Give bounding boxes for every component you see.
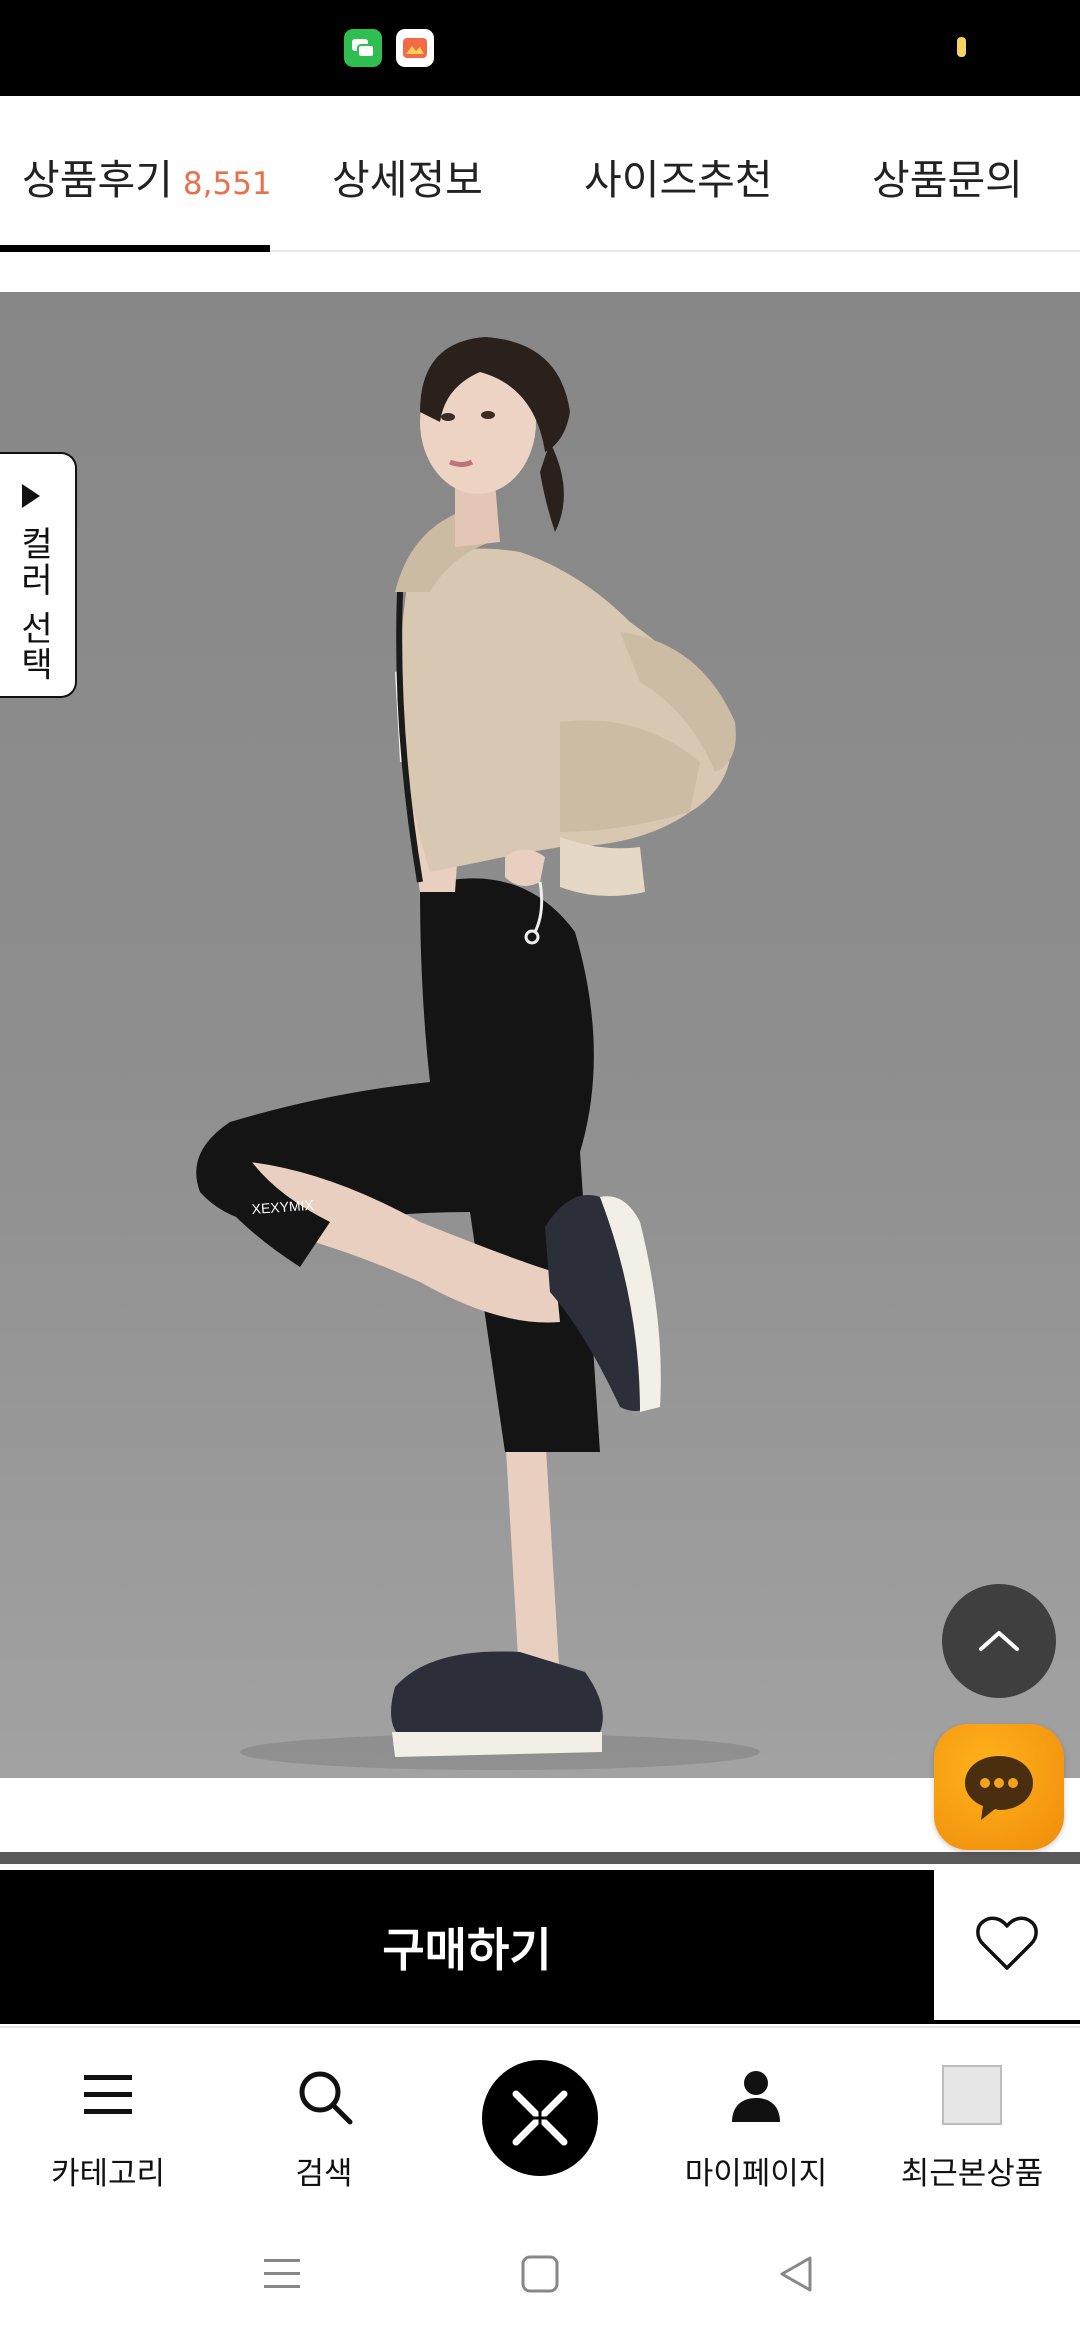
section-divider [0, 1852, 1080, 1864]
nav-category[interactable]: 카테고리 [0, 2028, 216, 2208]
search-icon [299, 2071, 353, 2125]
home-icon[interactable] [520, 2254, 560, 2294]
purchase-bar: 구매하기 [0, 1870, 1080, 2024]
menu-icon [84, 2075, 132, 2114]
person-icon [732, 2071, 780, 2122]
model-illustration: XEXYMIX [196, 337, 760, 1770]
nav-category-label: 카테고리 [50, 2156, 166, 2192]
tab-reviews[interactable]: 상품후기 8,551 [22, 146, 272, 206]
nav-search[interactable]: 검색 [216, 2028, 432, 2208]
active-tab-indicator [0, 245, 270, 252]
review-count: 8,551 [182, 166, 272, 202]
brand-logo-icon [512, 2090, 568, 2146]
color-select-tab[interactable]: 컬러 선택 [0, 452, 77, 698]
wishlist-button[interactable] [934, 1870, 1080, 2020]
product-tab-bar: 상품후기 8,551 상세정보 사이즈추천 상품문의 [0, 96, 1080, 252]
brand-logo-button [482, 2060, 598, 2176]
chat-button[interactable] [934, 1724, 1064, 1850]
tab-product-inquiry[interactable]: 상품문의 [872, 146, 1023, 206]
bottom-navigation: 카테고리 검색 마이페이지 최근본상품 [0, 2026, 1080, 2206]
back-icon[interactable] [776, 2254, 816, 2294]
nav-recent-products-label: 최근본상품 [900, 2156, 1044, 2192]
recent-product-thumbnail [942, 2065, 1002, 2125]
chevron-up-icon [979, 1631, 1019, 1651]
battery-indicator-icon [957, 37, 966, 57]
nav-search-label: 검색 [295, 2156, 353, 2192]
tab-size-recommendation[interactable]: 사이즈추천 [584, 146, 773, 206]
status-bar [0, 0, 1080, 96]
product-image: XEXYMIX [0, 292, 1080, 1778]
buy-button[interactable]: 구매하기 [0, 1870, 934, 2024]
tab-details[interactable]: 상세정보 [332, 146, 483, 206]
scroll-top-button[interactable] [942, 1584, 1056, 1698]
color-select-label: 컬러 선택 [13, 526, 54, 683]
messages-app-icon [344, 29, 382, 67]
chat-bubble-icon [965, 1756, 1033, 1820]
heart-outline-icon [976, 1916, 1038, 1970]
nav-my-page[interactable]: 마이페이지 [648, 2028, 864, 2208]
photo-app-icon [396, 29, 434, 67]
play-triangle-icon [22, 484, 40, 508]
tab-reviews-label: 상품후기 [22, 156, 173, 204]
nav-my-page-label: 마이페이지 [684, 2156, 828, 2192]
system-navigation-bar [0, 2206, 1080, 2340]
recent-apps-icon[interactable] [262, 2256, 302, 2292]
nav-recent-products[interactable]: 최근본상품 [864, 2028, 1080, 2208]
nav-home-logo[interactable] [432, 2028, 648, 2208]
